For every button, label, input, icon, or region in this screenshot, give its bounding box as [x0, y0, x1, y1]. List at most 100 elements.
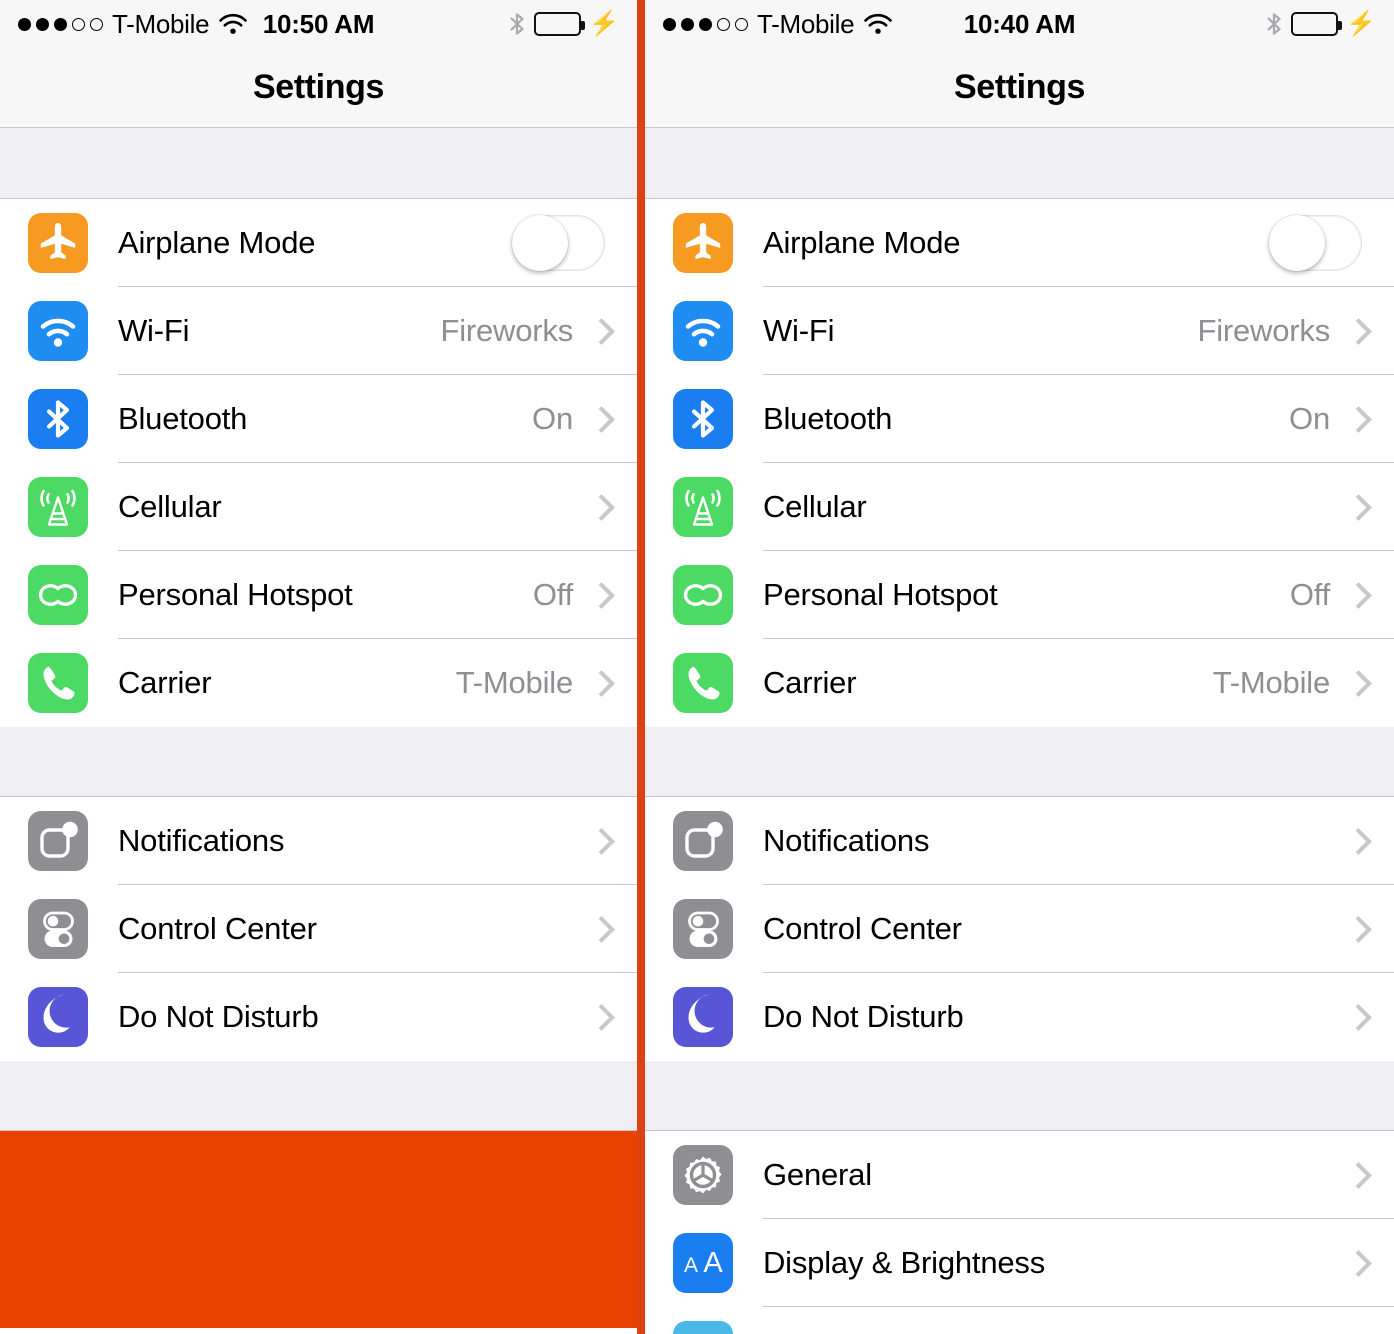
- settings-row-do-not-disturb[interactable]: Do Not Disturb: [0, 973, 637, 1061]
- signal-dot-1: [18, 17, 31, 31]
- status-bluetooth-icon: [508, 10, 526, 38]
- iphone-screenshot-right: T-Mobile 10:40 AM ⚡ Settings Airplane Mode Wi…: [645, 0, 1394, 1334]
- settings-row-do-not-disturb[interactable]: Do Not Disturb: [645, 973, 1394, 1061]
- settings-row-wi-fi[interactable]: Wi-Fi Fireworks: [0, 287, 637, 375]
- settings-row-airplane-mode[interactable]: Airplane Mode: [0, 199, 637, 287]
- settings-row-notifications[interactable]: Notifications: [645, 797, 1394, 885]
- svg-text:A: A: [684, 1254, 698, 1277]
- row-label: Control Center: [118, 911, 317, 946]
- chevron-right-icon: [1348, 671, 1362, 695]
- airplane-mode-toggle[interactable]: [1269, 215, 1362, 271]
- row-value: T-Mobile: [455, 665, 573, 700]
- moon-icon: [28, 987, 88, 1047]
- chevron-right-icon: [1348, 583, 1362, 607]
- settings-row-cellular[interactable]: Cellular: [645, 463, 1394, 551]
- bluetooth-icon: [673, 389, 733, 449]
- wifi-icon: [28, 301, 88, 361]
- settings-row-airplane-mode[interactable]: Airplane Mode: [645, 199, 1394, 287]
- status-bar: T-Mobile 10:50 AM ⚡: [0, 0, 637, 48]
- nav-bar: Settings: [0, 48, 637, 128]
- row-accessory: T-Mobile: [1213, 665, 1394, 701]
- settings-section-connectivity: Airplane Mode Wi-Fi Fireworks Bluetooth On Ce…: [645, 199, 1394, 727]
- row-accessory: On: [532, 401, 637, 437]
- hotspot-icon: [673, 565, 733, 625]
- row-accessory: Fireworks: [440, 313, 637, 349]
- chevron-right-icon: [1348, 1251, 1362, 1275]
- settings-row-personal-hotspot[interactable]: Personal Hotspot Off: [0, 551, 637, 639]
- row-value: Fireworks: [1197, 313, 1330, 348]
- row-label: Carrier: [763, 665, 857, 700]
- settings-row-general[interactable]: General: [645, 1131, 1394, 1219]
- wallpaper-icon: [673, 1321, 733, 1334]
- chevron-right-icon: [591, 407, 605, 431]
- row-value: Off: [1289, 577, 1330, 612]
- page-title: Settings: [253, 68, 384, 106]
- settings-row-control-center[interactable]: Control Center: [645, 885, 1394, 973]
- row-label: Airplane Mode: [763, 225, 961, 260]
- chevron-right-icon: [591, 495, 605, 519]
- row-accessory: On: [1289, 401, 1394, 437]
- signal-dot-5: [735, 17, 748, 31]
- text-size-icon: AA: [673, 1233, 733, 1293]
- status-wifi-icon: [218, 12, 248, 36]
- row-accessory: [1348, 917, 1394, 941]
- settings-row-carrier[interactable]: Carrier T-Mobile: [645, 639, 1394, 727]
- status-bar-right: ⚡: [508, 10, 619, 38]
- settings-row-display-brightness[interactable]: A A Display & Brightness: [645, 1219, 1394, 1307]
- row-label: Cellular: [118, 489, 222, 524]
- row-label: Control Center: [763, 911, 962, 946]
- row-label: Wi-Fi: [118, 313, 190, 348]
- settings-row-carrier[interactable]: Carrier T-Mobile: [0, 639, 637, 727]
- settings-row-partial[interactable]: [645, 1307, 1394, 1334]
- row-label: Airplane Mode: [118, 225, 316, 260]
- notifications-icon: [28, 811, 88, 871]
- status-carrier-label: T-Mobile: [757, 8, 855, 39]
- settings-row-bluetooth[interactable]: Bluetooth On: [645, 375, 1394, 463]
- moon-icon: [673, 987, 733, 1047]
- row-value: T-Mobile: [1212, 665, 1330, 700]
- cellular-icon: [28, 477, 88, 537]
- row-label: Personal Hotspot: [118, 577, 353, 612]
- signal-strength-dots: [663, 17, 748, 31]
- airplane-icon: [673, 213, 733, 273]
- row-label: Do Not Disturb: [118, 999, 319, 1034]
- chevron-right-icon: [1348, 1005, 1362, 1029]
- row-accessory: [1348, 829, 1394, 853]
- settings-row-wi-fi[interactable]: Wi-Fi Fireworks: [645, 287, 1394, 375]
- status-battery-icon: [534, 12, 586, 36]
- row-accessory: T-Mobile: [456, 665, 637, 701]
- settings-row-cellular[interactable]: Cellular: [0, 463, 637, 551]
- row-value: On: [1289, 401, 1330, 436]
- settings-section-connectivity: Airplane Mode Wi-Fi Fireworks Bluetooth On Ce…: [0, 199, 637, 727]
- notifications-icon: [673, 811, 733, 871]
- phone-icon: [28, 653, 88, 713]
- settings-row-personal-hotspot[interactable]: Personal Hotspot Off: [645, 551, 1394, 639]
- airplane-mode-toggle[interactable]: [512, 215, 605, 271]
- row-label: Notifications: [763, 823, 930, 858]
- row-accessory: [591, 495, 637, 519]
- row-label: Wi-Fi: [763, 313, 835, 348]
- row-value: Off: [532, 577, 573, 612]
- chevron-right-icon: [1348, 917, 1362, 941]
- section-gap: [0, 128, 637, 199]
- bluetooth-icon: [28, 389, 88, 449]
- status-bar-left: T-Mobile: [663, 9, 893, 40]
- panel-divider: [637, 0, 645, 1334]
- settings-row-notifications[interactable]: Notifications: [0, 797, 637, 885]
- settings-row-bluetooth[interactable]: Bluetooth On: [0, 375, 637, 463]
- chevron-right-icon: [1348, 495, 1362, 519]
- status-wifi-icon: [863, 12, 893, 36]
- settings-row-control-center[interactable]: Control Center: [0, 885, 637, 973]
- status-charging-icon: ⚡: [589, 10, 619, 37]
- row-accessory: [1348, 1163, 1394, 1187]
- row-accessory: [591, 1005, 637, 1029]
- control-center-icon: [28, 899, 88, 959]
- row-value: On: [532, 401, 573, 436]
- row-accessory: Off: [1290, 577, 1394, 613]
- status-charging-icon: ⚡: [1346, 10, 1376, 37]
- toggle-knob: [1269, 215, 1325, 271]
- row-label: General: [763, 1157, 872, 1192]
- row-accessory: [1348, 1251, 1394, 1275]
- chevron-right-icon: [1348, 319, 1362, 343]
- chevron-right-icon: [1348, 1163, 1362, 1187]
